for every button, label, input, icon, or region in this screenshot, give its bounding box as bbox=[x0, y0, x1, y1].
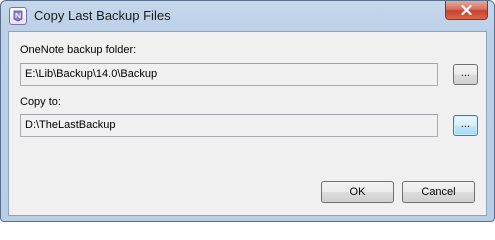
backup-folder-field[interactable]: E:\Lib\Backup\14.0\Backup bbox=[20, 63, 438, 86]
backup-folder-browse-button[interactable]: ... bbox=[453, 64, 478, 85]
dialog-content: OneNote backup folder: E:\Lib\Backup\14.… bbox=[8, 31, 487, 216]
close-button[interactable] bbox=[445, 1, 488, 20]
copy-to-label: Copy to: bbox=[20, 96, 61, 108]
window-title: Copy Last Backup Files bbox=[34, 8, 171, 23]
title-bar[interactable]: Copy Last Backup Files bbox=[1, 1, 494, 32]
dialog-window: Copy Last Backup Files OneNote backup fo… bbox=[0, 0, 495, 222]
copy-to-field[interactable]: D:\TheLastBackup bbox=[20, 114, 438, 137]
copy-to-browse-button[interactable]: ... bbox=[453, 115, 478, 136]
backup-folder-label: OneNote backup folder: bbox=[20, 44, 137, 56]
close-icon bbox=[461, 5, 472, 15]
cancel-button[interactable]: Cancel bbox=[402, 181, 475, 203]
onenote-icon bbox=[9, 7, 27, 25]
ok-button[interactable]: OK bbox=[321, 181, 394, 203]
